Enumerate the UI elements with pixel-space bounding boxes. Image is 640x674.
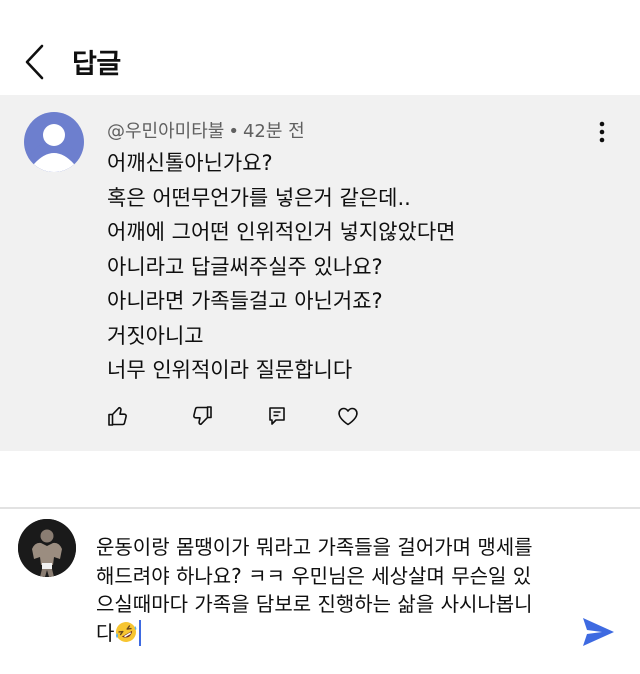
comment-time: 42분 전 — [242, 121, 305, 142]
comment-line: 너무 인위적이라 질문합니다 — [107, 358, 353, 382]
reply-input-line: 운동이랑 몸땡이가 뭐라고 가족들을 걸어가며 맹세를 — [96, 535, 533, 559]
reply-input-last-line: 다 — [96, 619, 566, 648]
avatar[interactable] — [24, 112, 84, 172]
comment-line: 아니라면 가족들걸고 아닌거죠? — [107, 289, 383, 313]
comment-line: 어깨에 그어떤 인위적인거 넣지않았다면 — [107, 220, 456, 244]
comment-line: 혹은 어떤무언가를 넣은거 같은데.. — [107, 185, 411, 210]
comment-line: 거짓아니고 — [107, 323, 204, 348]
top-bar: 답글 — [0, 0, 640, 95]
comment-text: 어깨신톨아닌가요? 혹은 어떤무언가를 넣은거 같은데.. 어깨에 그어떤 인위… — [107, 146, 617, 388]
avatar — [18, 519, 76, 577]
heart-button[interactable] — [331, 399, 365, 433]
heart-icon — [338, 407, 358, 426]
comment-author[interactable]: @우민아미타불 — [107, 121, 224, 142]
reply-input[interactable]: 운동이랑 몸땡이가 뭐라고 가족들을 걸어가며 맹세를 해드려야 하나요? ㅋㅋ… — [96, 533, 566, 647]
comment-line: 아니라고 답글써주실주 있나요? — [107, 254, 383, 279]
send-icon — [583, 618, 614, 646]
reply-input-line: 으실때마다 가족을 담보로 진행하는 삶을 사시나봅니 — [96, 592, 533, 616]
more-vertical-icon — [599, 121, 605, 143]
meta-separator: • — [228, 121, 239, 142]
send-button[interactable] — [578, 615, 618, 649]
reply-input-line: 다 — [96, 620, 115, 645]
default-user-icon — [24, 124, 84, 172]
back-button[interactable] — [18, 42, 54, 82]
more-options-button[interactable] — [592, 119, 612, 145]
like-button[interactable] — [101, 399, 135, 433]
chevron-left-icon — [25, 44, 44, 80]
dislike-icon — [193, 406, 212, 426]
comment-card: @우민아미타불 • 42분 전 어깨신톨아닌가요? 혹은 어떤무언가를 넣은거 같은… — [0, 95, 640, 451]
rolling-on-floor-laughing-emoji — [115, 621, 137, 643]
comment-actions — [0, 399, 640, 433]
reply-input-line: 해드려야 하나요? ㅋㅋ 우민님은 세상살며 무슨일 있 — [96, 563, 532, 588]
dislike-button[interactable] — [185, 399, 219, 433]
comment-line: 어깨신톨아닌가요? — [107, 151, 273, 175]
like-icon — [108, 406, 127, 426]
profile-photo — [18, 519, 76, 577]
text-cursor — [139, 619, 142, 646]
page-title: 답글 — [72, 49, 121, 80]
reply-button[interactable] — [260, 399, 294, 433]
comment-meta: @우민아미타불 • 42분 전 — [107, 117, 305, 143]
reply-composer: 운동이랑 몸땡이가 뭐라고 가족들을 걸어가며 맹세를 해드려야 하나요? ㅋㅋ… — [0, 509, 640, 674]
reply-icon — [269, 407, 285, 425]
